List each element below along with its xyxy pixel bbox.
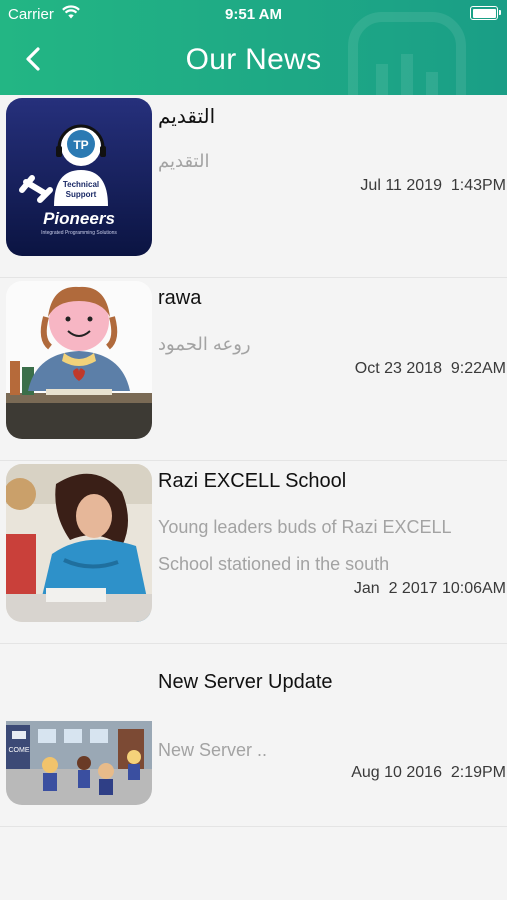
- app-header: Carrier 9:51 AM Our News: [0, 0, 507, 95]
- news-date: Jan 2 2017 10:06AM: [353, 580, 506, 597]
- thumb-sign: COME: [9, 747, 30, 754]
- news-title: التقديم: [158, 106, 216, 128]
- news-date: Oct 23 2018 9:22AM: [354, 360, 506, 377]
- news-summary: التقديم: [158, 151, 210, 171]
- school-cartoon-image: COME: [6, 647, 152, 805]
- thumb-badge: TP: [73, 138, 88, 152]
- navigation-bar: Our News: [0, 28, 507, 95]
- news-thumbnail-school: COME: [6, 647, 152, 805]
- news-thumbnail-student: [6, 464, 152, 622]
- news-list: TP Technical Support Pioneers Integrated…: [0, 95, 507, 827]
- pioneers-logo-image: TP Technical Support Pioneers Integrated…: [6, 98, 152, 256]
- news-title: Razi EXCELL School: [158, 470, 347, 492]
- status-time: 9:51 AM: [225, 6, 282, 23]
- thumb-logo-text: Pioneers: [43, 209, 115, 228]
- news-thumbnail-cartoon: [6, 281, 152, 439]
- page-title: Our News: [185, 43, 322, 76]
- thumb-tagline: Integrated Programming Solutions: [41, 230, 117, 236]
- news-title: rawa: [158, 287, 202, 309]
- thumb-caption-support: Support: [66, 190, 97, 199]
- news-item[interactable]: rawa روعه الحمود Oct 23 2018 9:22AM: [0, 278, 507, 461]
- status-bar: Carrier 9:51 AM: [0, 0, 507, 28]
- student-photo-image: [6, 464, 152, 622]
- battery-full-icon: [470, 6, 501, 20]
- news-summary: روعه الحمود: [158, 334, 251, 354]
- news-thumbnail-pioneers: TP Technical Support Pioneers Integrated…: [6, 98, 152, 256]
- news-item[interactable]: COME New Server Update New Server .. Aug…: [0, 644, 507, 827]
- news-item[interactable]: Razi EXCELL School Young leaders buds of…: [0, 461, 507, 644]
- news-title: New Server Update: [158, 671, 333, 693]
- news-date: Jul 11 2019 1:43PM: [360, 177, 506, 194]
- cartoon-girl-image: [6, 281, 152, 439]
- news-date: Aug 10 2016 2:19PM: [351, 764, 506, 781]
- news-item[interactable]: TP Technical Support Pioneers Integrated…: [0, 95, 507, 278]
- thumb-caption-technical: Technical: [63, 180, 99, 189]
- news-summary: Young leaders buds of Razi EXCELL School…: [158, 517, 451, 574]
